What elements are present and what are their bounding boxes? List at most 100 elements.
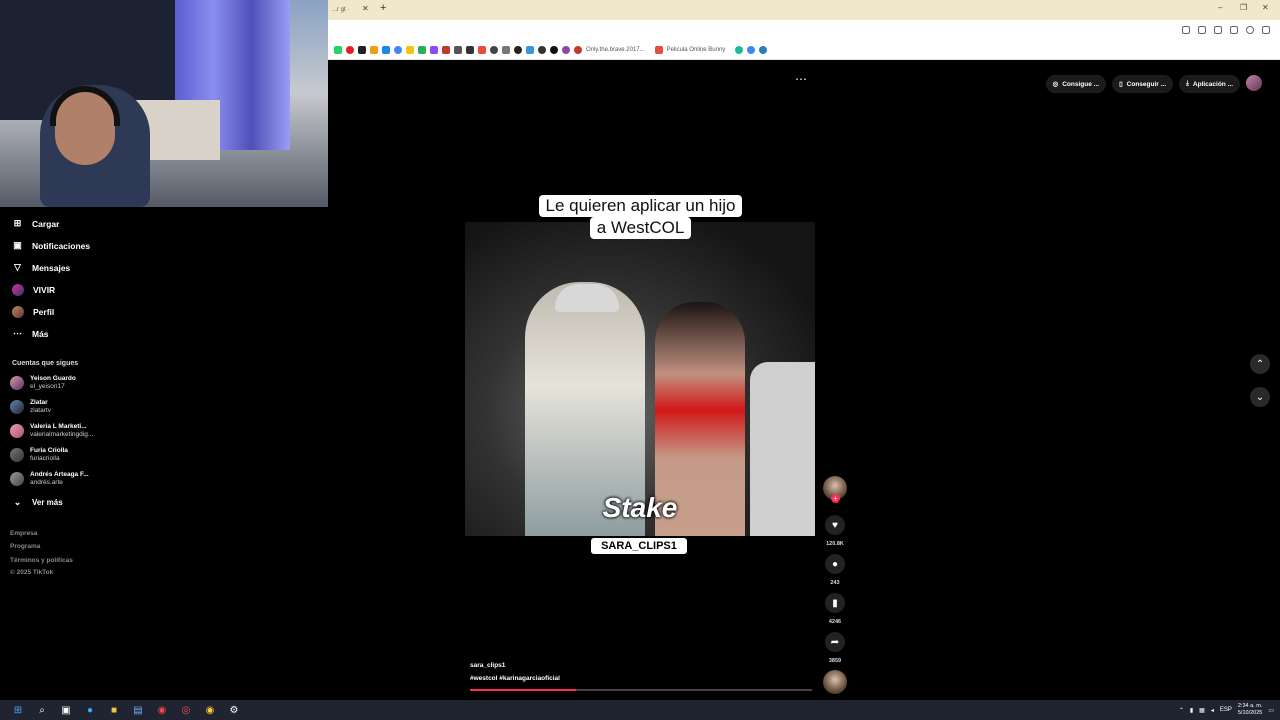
twitch-icon[interactable] (430, 45, 438, 54)
account-name: Andrés Arteaga F... (30, 471, 89, 478)
bookmark-icon[interactable] (418, 45, 426, 54)
sidebar-item-upload[interactable]: ⊞ Cargar (12, 218, 60, 229)
user-avatar[interactable] (1246, 75, 1262, 91)
bookmark-icon[interactable] (358, 45, 366, 54)
bookmark-icon[interactable] (502, 45, 510, 54)
following-account[interactable]: Furia Criolla furiacriolla (10, 447, 68, 463)
share-button[interactable]: ➦ (825, 632, 845, 652)
following-account[interactable]: Andrés Arteaga F... andrés.arte (10, 471, 89, 487)
settings-gear-icon[interactable]: ⚙ (228, 704, 240, 716)
notifications-icon[interactable]: ▭ (1268, 707, 1274, 714)
follow-plus-icon[interactable]: + (831, 494, 840, 503)
network-icon[interactable]: ▦ (1199, 707, 1205, 714)
bookmark-icon[interactable] (654, 45, 663, 54)
clock[interactable]: 2:34 a. m. 5/10/2025 (1238, 703, 1262, 717)
bookmark-icon[interactable] (370, 45, 378, 54)
save-button[interactable]: ▮ (825, 593, 845, 613)
following-account[interactable]: Yeison Guardo el_yeison17 (10, 375, 76, 391)
sidebar-item-messages[interactable]: ▽ Mensajes (12, 262, 70, 273)
bookmark-icon[interactable] (562, 45, 570, 54)
following-account[interactable]: Zlatar zlatartv (10, 399, 51, 415)
microphone-icon[interactable]: ▮ (1190, 707, 1193, 714)
bookmark-label[interactable]: Pelicula Online Bunny (667, 47, 726, 53)
translate-icon[interactable] (1198, 26, 1206, 34)
bookmark-icon[interactable] (759, 45, 768, 54)
previous-video-button[interactable]: ⌃ (1250, 354, 1270, 374)
close-tab-icon[interactable]: ✕ (362, 4, 369, 13)
save-count: 4246 (828, 619, 842, 625)
bookmark-icon[interactable] (574, 45, 582, 54)
bookmark-icon[interactable] (454, 45, 462, 54)
following-account[interactable]: Valeria L Marketi... valerialmarketingdi… (10, 423, 93, 439)
music-disc-avatar[interactable] (823, 670, 847, 694)
chrome-canary-icon[interactable]: ◉ (204, 704, 216, 716)
bookmark-icon[interactable] (526, 45, 534, 54)
avatar (10, 400, 24, 414)
bookmark-icon[interactable] (514, 45, 522, 54)
video-player[interactable] (465, 222, 815, 536)
language-indicator[interactable]: ESP (1220, 707, 1232, 713)
more-options-icon[interactable]: ⋯ (795, 72, 807, 86)
device-icon: ▯ (1119, 81, 1123, 88)
bookmark-icon[interactable] (550, 45, 558, 54)
coin-icon: ◎ (1052, 81, 1059, 88)
chrome-icon[interactable] (394, 45, 402, 54)
footer-link-program[interactable]: Programa (10, 543, 40, 550)
video-progress-fill (470, 689, 577, 691)
live-avatar-icon (12, 284, 24, 296)
browser-tabbar: ...r gt · ✕ + – ❐ ✕ (328, 0, 1280, 20)
new-tab-button[interactable]: + (380, 2, 386, 14)
close-window-icon[interactable]: ✕ (1262, 3, 1269, 12)
sidebar-item-live[interactable]: VIVIR (12, 284, 55, 296)
extensions-icon[interactable] (1230, 26, 1238, 34)
sidebar-item-more[interactable]: ⋯ Más (12, 328, 49, 339)
tray-chevron-icon[interactable]: ⌃ (1179, 707, 1184, 714)
video-progress-bar[interactable] (470, 689, 812, 691)
whatsapp-icon[interactable] (334, 45, 342, 54)
next-video-button[interactable]: ⌄ (1250, 387, 1270, 407)
get-app-button[interactable]: ▯ Conseguir ... (1112, 75, 1174, 93)
chrome-icon[interactable]: ◉ (156, 704, 168, 716)
download-app-button[interactable]: ⤓ Aplicación ... (1179, 75, 1240, 93)
file-explorer-icon[interactable]: ■ (108, 704, 120, 716)
minimize-icon[interactable]: – (1218, 3, 1222, 12)
footer-link-company[interactable]: Empresa (10, 530, 37, 537)
see-more-button[interactable]: ⌄ Ver más (12, 497, 63, 508)
store-icon[interactable]: ▤ (132, 704, 144, 716)
search-icon[interactable]: ⌕ (36, 704, 48, 716)
footer-link-terms[interactable]: Términos y políticas (10, 557, 73, 564)
sidebar-item-notifications[interactable]: ▣ Notificaciones (12, 240, 90, 251)
bookmark-icon[interactable] (490, 45, 498, 54)
video-author[interactable]: sara_clips1 (470, 662, 505, 669)
menu-icon[interactable] (1262, 26, 1270, 34)
address-bar[interactable] (328, 20, 1280, 40)
heart-icon: ♥ (832, 519, 838, 531)
bookmark-icon[interactable] (538, 45, 546, 54)
like-button[interactable]: ♥ (825, 515, 845, 535)
bookmark-label[interactable]: Only.the.brave.2017... (586, 47, 645, 53)
windows-start-icon[interactable]: ⊞ (12, 704, 24, 716)
sidebar-item-profile[interactable]: Perfil (12, 306, 54, 318)
bookmark-icon[interactable] (466, 45, 474, 54)
video-hashtags[interactable]: #westcol #karinagarciaoficial (470, 675, 560, 682)
send-icon: ▽ (14, 262, 21, 272)
bookmark-icon[interactable] (382, 45, 390, 54)
edge-icon[interactable]: ● (84, 704, 96, 716)
bookmark-icon[interactable] (478, 45, 486, 54)
bookmark-icon[interactable] (747, 45, 756, 54)
bookmark-icon[interactable] (442, 45, 450, 54)
get-coins-button[interactable]: ◎ Consigue ... (1045, 75, 1107, 93)
cast-icon[interactable] (1182, 26, 1190, 34)
restore-icon[interactable]: ❐ (1240, 3, 1247, 12)
comment-button[interactable]: ● (825, 554, 845, 574)
task-view-icon[interactable]: ▣ (60, 704, 72, 716)
bookmark-star-icon[interactable] (1214, 26, 1222, 34)
bookmark-icon[interactable] (735, 45, 744, 54)
obs-icon[interactable]: ◎ (180, 704, 192, 716)
download-app-label: Aplicación ... (1192, 80, 1233, 88)
volume-icon[interactable]: ◂ (1211, 707, 1214, 714)
profile-icon[interactable] (1246, 26, 1254, 34)
bookmark-icon[interactable] (406, 45, 414, 54)
browser-tab[interactable]: ...r gt · ✕ (328, 0, 374, 20)
youtube-icon[interactable] (346, 45, 354, 54)
